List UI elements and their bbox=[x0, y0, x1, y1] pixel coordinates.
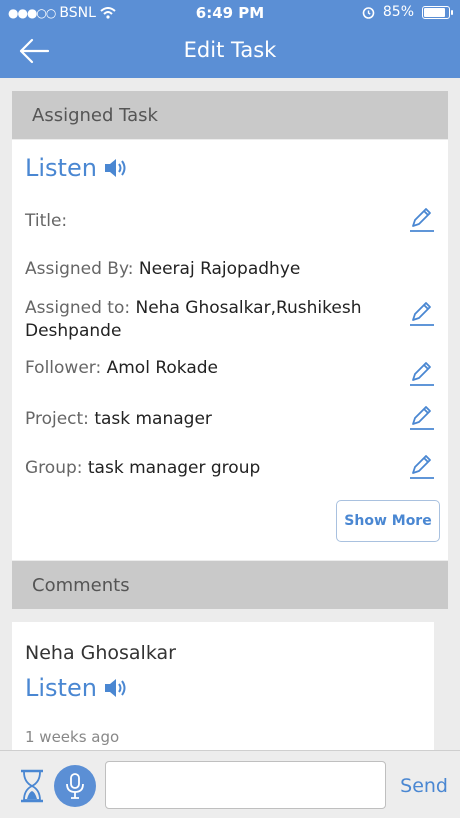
edit-group-button[interactable] bbox=[406, 451, 438, 481]
comment-time: 1 weeks ago bbox=[25, 728, 120, 746]
speaker-icon bbox=[104, 159, 126, 177]
follower-value: Amol Rokade bbox=[106, 358, 218, 378]
listen-button[interactable]: Listen bbox=[25, 154, 129, 182]
title-label: Title: bbox=[25, 211, 68, 231]
assigned-by-label: Assigned By: bbox=[25, 259, 134, 279]
top-bar: ●●●○○ BSNL 6:49 PM 85% Edit Task bbox=[0, 0, 460, 78]
follower-row: Follower: Amol Rokade bbox=[25, 357, 438, 380]
group-label: Group: bbox=[25, 458, 83, 478]
comments-header: Comments bbox=[12, 561, 448, 609]
comment-listen-button[interactable]: Listen bbox=[25, 674, 129, 702]
voice-input-button[interactable] bbox=[54, 765, 96, 807]
status-right: 85% bbox=[362, 4, 453, 20]
send-button[interactable]: Send bbox=[400, 775, 448, 797]
assigned-to-label: Assigned to: bbox=[25, 298, 131, 318]
assigned-task-header: Assigned Task bbox=[12, 91, 448, 139]
comment-author: Neha Ghosalkar bbox=[25, 642, 176, 664]
alarm-icon bbox=[362, 6, 375, 19]
comment-item: Neha Ghosalkar Listen 1 weeks ago bbox=[12, 622, 434, 752]
reminder-button[interactable] bbox=[18, 769, 46, 803]
show-more-button[interactable]: Show More bbox=[336, 500, 440, 542]
pencil-icon bbox=[410, 362, 434, 386]
project-label: Project: bbox=[25, 409, 89, 429]
comment-composer: Send bbox=[0, 750, 460, 818]
pencil-icon bbox=[410, 302, 434, 326]
pencil-icon bbox=[410, 208, 434, 232]
group-value: task manager group bbox=[87, 458, 261, 478]
assigned-to-row: Assigned to: Neha Ghosalkar,Rushikesh De… bbox=[25, 297, 398, 343]
project-row: Project: task manager bbox=[25, 408, 438, 431]
listen-label: Listen bbox=[25, 674, 97, 702]
battery-percent: 85% bbox=[382, 4, 414, 20]
assigned-by-row: Assigned By: Neeraj Rajopadhye bbox=[25, 258, 438, 281]
status-bar: ●●●○○ BSNL 6:49 PM 85% bbox=[0, 0, 460, 26]
comment-input[interactable] bbox=[105, 761, 386, 809]
hourglass-icon bbox=[21, 769, 43, 803]
project-value: task manager bbox=[94, 409, 212, 429]
listen-label: Listen bbox=[25, 154, 97, 182]
pencil-icon bbox=[410, 406, 434, 430]
edit-title-button[interactable] bbox=[406, 204, 438, 234]
assigned-by-value: Neeraj Rajopadhye bbox=[138, 259, 301, 279]
title-row: Title: bbox=[25, 210, 438, 233]
edit-project-button[interactable] bbox=[406, 402, 438, 432]
edit-follower-button[interactable] bbox=[406, 358, 438, 388]
microphone-icon bbox=[66, 773, 84, 799]
page-title: Edit Task bbox=[183, 38, 277, 62]
group-row: Group: task manager group bbox=[25, 457, 438, 480]
battery-icon bbox=[422, 5, 453, 19]
speaker-icon bbox=[104, 679, 126, 697]
edit-assigned-to-button[interactable] bbox=[406, 298, 438, 328]
pencil-icon bbox=[410, 455, 434, 479]
assigned-task-card: Listen Title: Assigned By: Neeraj Rajopa… bbox=[12, 140, 448, 560]
follower-label: Follower: bbox=[25, 358, 102, 378]
